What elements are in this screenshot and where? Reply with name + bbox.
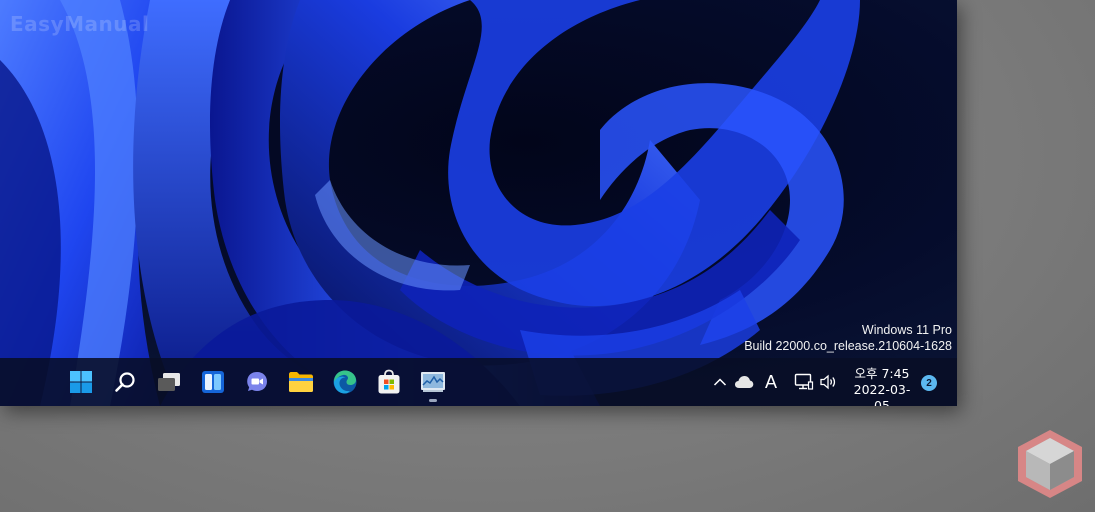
task-view-button[interactable] [153,366,185,398]
speaker-icon [820,374,836,390]
task-view-icon [158,373,180,391]
desktop-screen: EasyManual Windows 11 Pro Build 22000.co… [0,0,957,406]
widgets-button[interactable] [197,366,229,398]
search-button[interactable] [109,366,141,398]
search-icon [115,372,135,392]
cloud-icon [735,376,754,388]
chevron-up-icon [713,378,727,386]
clock-button[interactable]: 오후 7:45 2022-03-05 [846,366,918,406]
notification-badge[interactable]: 2 [921,375,937,391]
clock-time: 오후 7:45 [854,366,910,381]
windows-edition-watermark: Windows 11 Pro Build 22000.co_release.21… [744,322,952,354]
show-hidden-icons-button[interactable] [710,370,730,394]
cube-logo-icon [1018,430,1082,498]
monitor-app-icon [421,372,445,392]
network-icon [794,373,814,390]
edge-button[interactable] [329,366,361,398]
start-button[interactable] [65,366,97,398]
volume-button[interactable] [816,370,840,394]
running-indicator [429,399,437,402]
resource-monitor-button[interactable] [417,366,449,398]
edition-label: Windows 11 Pro [861,323,952,337]
chat-button[interactable] [241,366,273,398]
edge-icon [333,370,357,394]
folder-icon [289,372,313,392]
network-button[interactable] [792,370,816,394]
build-label: Build 22000.co_release.210604-1628 [744,339,952,353]
site-watermark: EasyManual [10,12,150,36]
windows-logo-icon [70,371,92,393]
widgets-icon [202,371,224,393]
store-button[interactable] [373,366,405,398]
input-indicator[interactable]: A [760,370,782,394]
clock-date: 2022-03-05 [853,382,911,406]
file-explorer-button[interactable] [285,366,317,398]
onedrive-button[interactable] [732,370,756,394]
taskbar: A 오후 7:45 2022-03-05 2 [0,358,957,406]
store-icon [378,369,400,394]
teams-chat-icon [247,372,267,391]
